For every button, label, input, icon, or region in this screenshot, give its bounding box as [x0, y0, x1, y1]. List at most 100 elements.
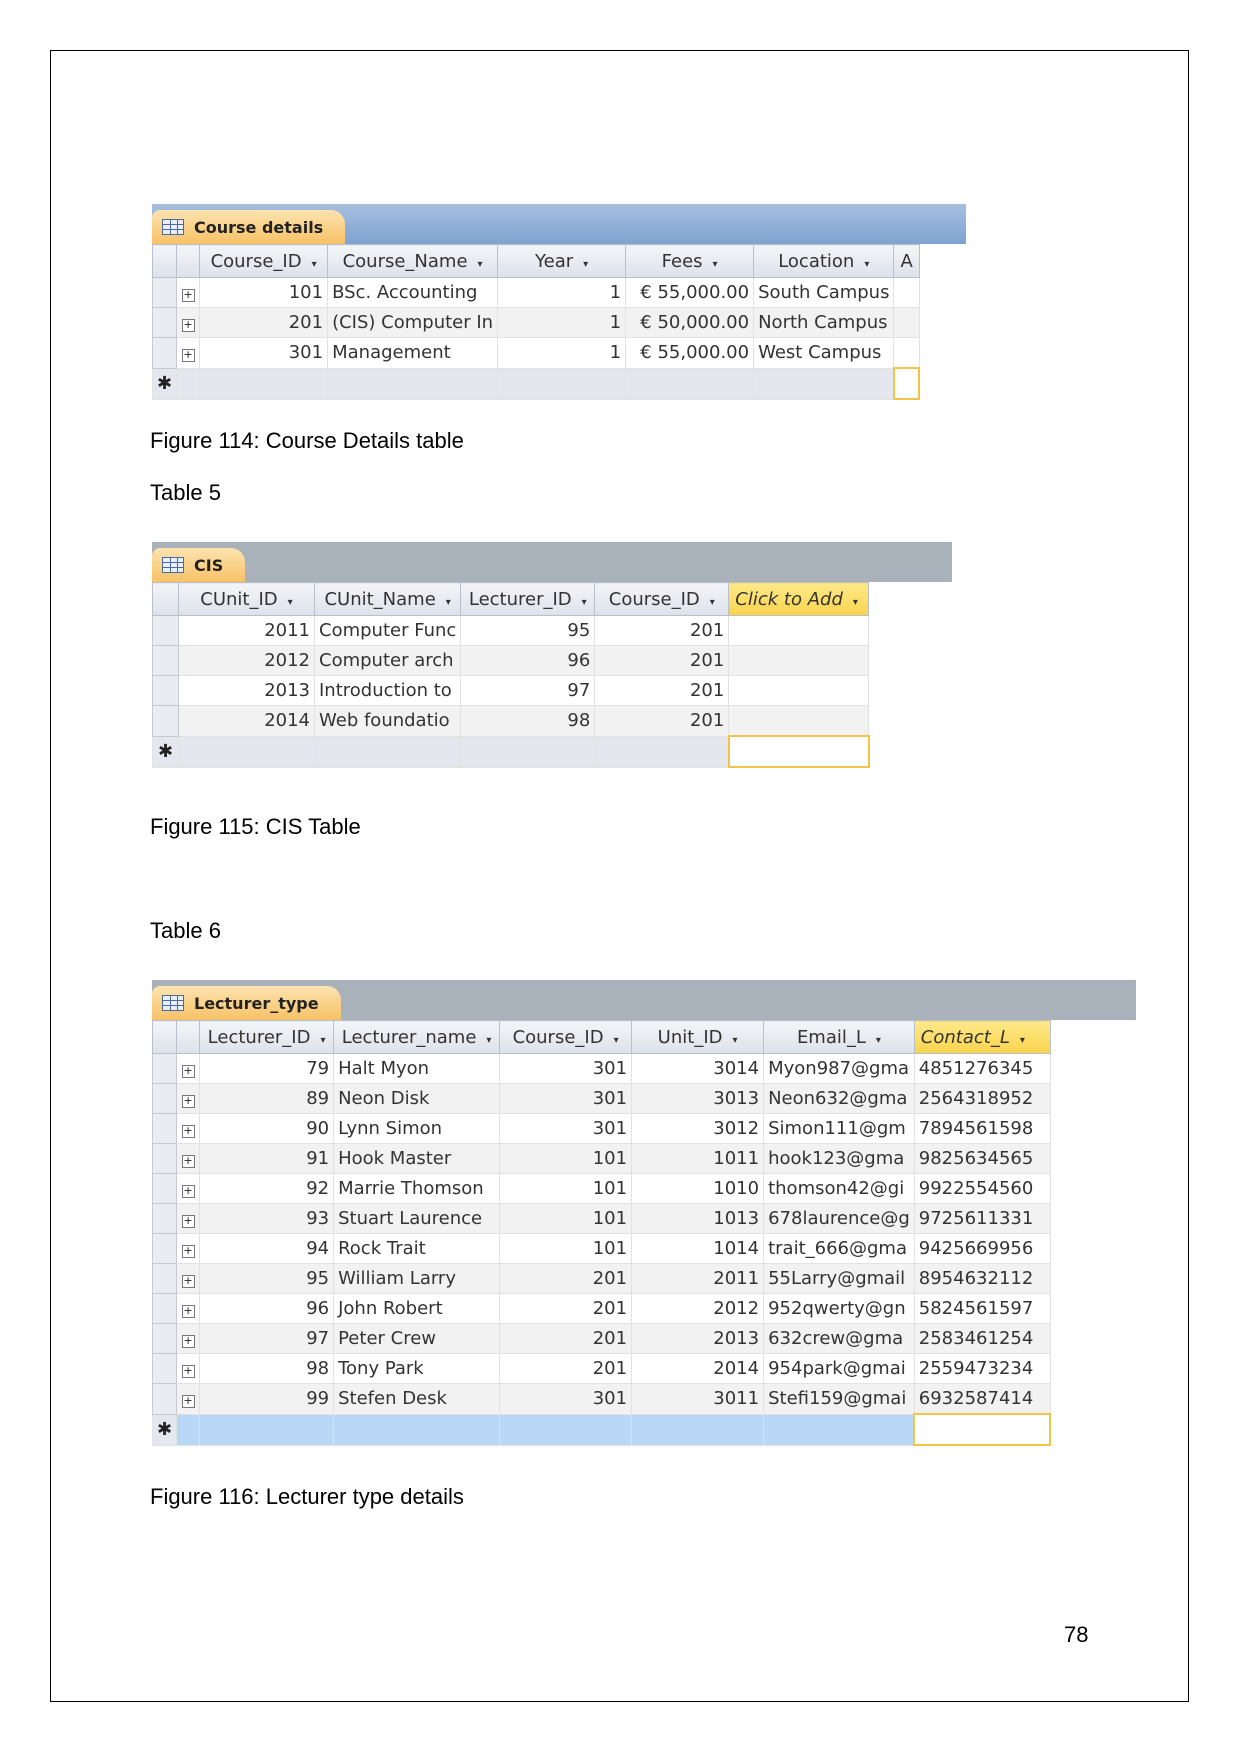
table-row[interactable]: +95 William Larry 201 2011 55Larry@gmail 8954… — [151, 1263, 1051, 1294]
expand-cell[interactable]: + — [176, 1263, 201, 1294]
cell-lecturer-id[interactable]: 91 — [199, 1143, 335, 1174]
row-selector[interactable] — [151, 1353, 178, 1384]
row-selector[interactable] — [151, 1293, 178, 1324]
column-header-cunit-name[interactable]: CUnit_Name ▾ — [313, 582, 462, 616]
cell-lecturer-id[interactable]: 99 — [199, 1383, 335, 1415]
table-row[interactable]: +96 John Robert 201 2012 952qwerty@gn 5824561… — [151, 1293, 1051, 1324]
cell-cunit-id[interactable]: 2012 — [178, 645, 315, 676]
row-selector[interactable] — [151, 1143, 178, 1174]
column-header-course-id[interactable]: Course_ID ▾ — [199, 244, 329, 278]
row-selector[interactable] — [151, 307, 178, 338]
new-record-cell[interactable] — [333, 1413, 501, 1446]
cell-lecturer-id[interactable]: 98 — [199, 1353, 335, 1384]
expand-plus-icon[interactable]: + — [181, 1125, 195, 1138]
expand-plus-icon[interactable]: + — [181, 1305, 195, 1318]
row-selector[interactable] — [151, 1323, 178, 1354]
lecturer-type-tab[interactable]: Lecturer_type — [152, 986, 341, 1020]
column-header-unit-id[interactable]: Unit_ID ▾ — [631, 1020, 765, 1054]
column-header-course-name[interactable]: Course_Name ▾ — [327, 244, 499, 278]
expand-cell[interactable]: + — [176, 1383, 201, 1415]
cell-unit-id[interactable]: 3012 — [631, 1113, 765, 1144]
cell-contact-l[interactable]: 8954632112 — [913, 1263, 1051, 1294]
expand-plus-icon[interactable]: + — [181, 1395, 195, 1409]
cell-lecturer-name[interactable]: John Robert — [333, 1293, 501, 1324]
cell-email-l[interactable]: hook123@gma — [763, 1143, 915, 1174]
cell-lecturer-id[interactable]: 98 — [460, 705, 596, 737]
expand-cell[interactable]: + — [176, 1203, 201, 1234]
cell-course-id[interactable]: 201 — [594, 645, 730, 676]
cell-unit-id[interactable]: 1013 — [631, 1203, 765, 1234]
cell-lecturer-id[interactable]: 97 — [460, 675, 596, 706]
dropdown-arrow-icon[interactable]: ▾ — [876, 1035, 881, 1046]
column-header-contact-l[interactable]: Contact_L ▾ — [913, 1020, 1051, 1054]
cell-fees[interactable]: € 50,000.00 — [625, 307, 755, 338]
active-new-cell[interactable] — [892, 367, 921, 400]
cell-unit-id[interactable]: 3011 — [631, 1383, 765, 1415]
cell-contact-l[interactable]: 9825634565 — [913, 1143, 1051, 1174]
cell-course-id[interactable]: 301 — [499, 1053, 633, 1084]
column-header-lecturer-id[interactable]: Lecturer_ID ▾ — [199, 1020, 335, 1054]
cell-lecturer-id[interactable]: 79 — [199, 1053, 335, 1084]
row-selector[interactable] — [151, 337, 178, 369]
new-record-cell[interactable] — [497, 367, 627, 400]
select-all-corner[interactable] — [152, 582, 179, 616]
cell-lecturer-id[interactable]: 92 — [199, 1173, 335, 1204]
cell-email-l[interactable]: Neon632@gma — [763, 1083, 915, 1114]
dropdown-arrow-icon[interactable]: ▾ — [320, 1035, 325, 1046]
new-record-row[interactable]: ✱ — [151, 367, 921, 400]
new-record-cell[interactable] — [313, 735, 462, 768]
cell-course-id[interactable]: 201 — [594, 675, 730, 706]
cell-course-id[interactable]: 301 — [499, 1383, 633, 1415]
new-record-cell[interactable] — [199, 1413, 335, 1446]
cell-lecturer-name[interactable]: Hook Master — [333, 1143, 501, 1174]
expand-cell[interactable]: + — [176, 1233, 201, 1264]
new-record-cell[interactable] — [594, 735, 730, 768]
row-selector[interactable] — [151, 1173, 178, 1204]
cell-email-l[interactable]: Stefi159@gmai — [763, 1383, 915, 1415]
cell-click-to-add[interactable] — [728, 705, 870, 737]
cell-contact-l[interactable]: 9725611331 — [913, 1203, 1051, 1234]
expand-plus-icon[interactable]: + — [181, 1365, 195, 1378]
cell-click-to-add[interactable] — [728, 615, 870, 646]
cell-course-id[interactable]: 301 — [199, 337, 329, 369]
cell-unit-id[interactable]: 2014 — [631, 1353, 765, 1384]
row-selector[interactable] — [151, 1203, 178, 1234]
row-selector[interactable] — [152, 705, 179, 737]
cell-email-l[interactable]: Simon111@gm — [763, 1113, 915, 1144]
table-row[interactable]: 2013 Introduction to 97 201 — [152, 675, 870, 706]
column-header-email-l[interactable]: Email_L ▾ — [763, 1020, 915, 1054]
dropdown-arrow-icon[interactable]: ▾ — [864, 259, 869, 270]
column-header-a[interactable]: A — [893, 244, 920, 278]
cell-lecturer-name[interactable]: Neon Disk — [333, 1083, 501, 1114]
row-selector[interactable] — [151, 1113, 178, 1144]
dropdown-arrow-icon[interactable]: ▾ — [732, 1035, 737, 1046]
cis-tab[interactable]: CIS — [152, 548, 246, 582]
column-header-lecturer-name[interactable]: Lecturer_name ▾ — [333, 1020, 501, 1054]
cell-course-id[interactable]: 101 — [499, 1173, 633, 1204]
dropdown-arrow-icon[interactable]: ▾ — [713, 259, 718, 270]
table-row[interactable]: 2012 Computer arch 96 201 — [152, 645, 870, 676]
cell-course-name[interactable]: (CIS) Computer In — [327, 307, 499, 338]
cell-unit-id[interactable]: 2011 — [631, 1263, 765, 1294]
cell-cunit-id[interactable]: 2011 — [178, 615, 315, 646]
table-row[interactable]: 2014 Web foundatio 98 201 — [152, 705, 870, 737]
cell-year[interactable]: 1 — [497, 277, 627, 308]
cell-cunit-id[interactable]: 2014 — [178, 705, 315, 737]
select-all-corner[interactable] — [151, 244, 178, 278]
table-row[interactable]: +98 Tony Park 201 2014 954park@gmai 255947323… — [151, 1353, 1051, 1384]
cell-course-id[interactable]: 101 — [199, 277, 329, 308]
cell-lecturer-id[interactable]: 95 — [460, 615, 596, 646]
dropdown-arrow-icon[interactable]: ▾ — [582, 597, 587, 608]
cell-contact-l[interactable]: 7894561598 — [913, 1113, 1051, 1144]
expand-plus-icon[interactable]: + — [181, 319, 195, 332]
column-header-cunit-id[interactable]: CUnit_ID ▾ — [178, 582, 315, 616]
cell-email-l[interactable]: 55Larry@gmail — [763, 1263, 915, 1294]
cell-year[interactable]: 1 — [497, 337, 627, 369]
expand-plus-icon[interactable]: + — [181, 1275, 195, 1288]
table-row[interactable]: +93 Stuart Laurence 101 1013 678laurence@g 97… — [151, 1203, 1051, 1234]
cell-a[interactable] — [893, 307, 920, 338]
table-row[interactable]: 2011 Computer Func 95 201 — [152, 615, 870, 646]
dropdown-arrow-icon[interactable]: ▾ — [710, 597, 715, 608]
new-record-cell[interactable] — [763, 1413, 915, 1446]
column-header-course-id[interactable]: Course_ID ▾ — [594, 582, 730, 616]
